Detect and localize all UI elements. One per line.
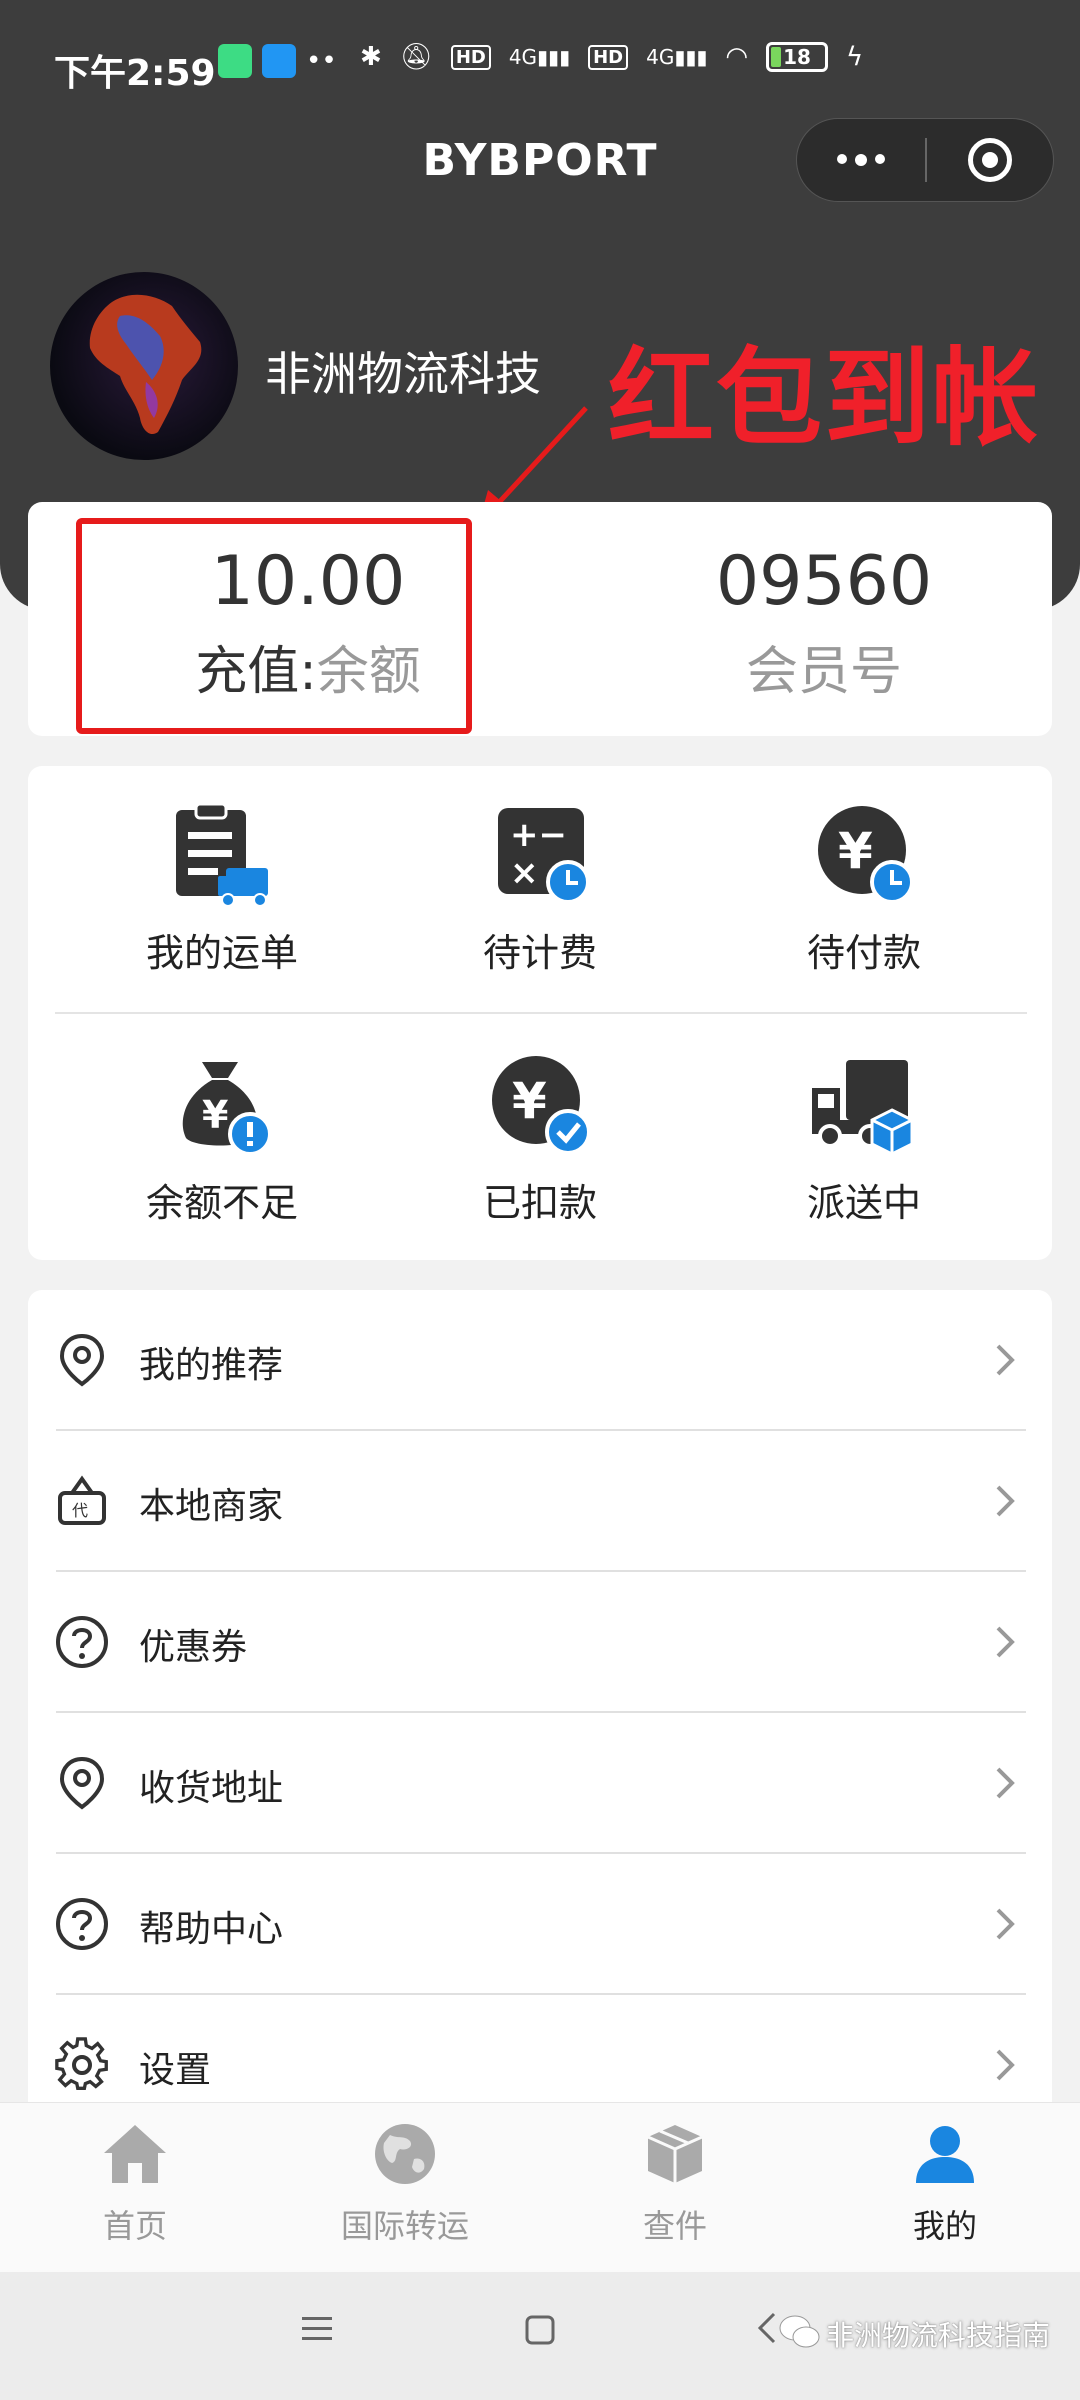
gear-icon <box>55 2037 108 2090</box>
calculator-icon: +− × <box>480 802 600 912</box>
battery-level: 18 <box>783 45 811 69</box>
chevron-right-icon <box>996 1767 1015 1799</box>
yen-check-icon: ¥ <box>480 1052 600 1162</box>
android-app-icon <box>218 44 252 78</box>
hd-icon: HD <box>450 44 491 70</box>
grid-item-deducted[interactable]: ¥ 已扣款 <box>390 1016 690 1225</box>
grid-item-label: 派送中 <box>806 1181 921 1225</box>
status-system-icons: ✱ 🔕︎ HD 4G▮▮▮ HD 4G▮▮▮ ◠ 18 ϟ <box>360 42 863 72</box>
globe-icon <box>375 2124 435 2184</box>
package-icon <box>647 2125 703 2183</box>
menu-item-local-merchants[interactable]: 代 本地商家 <box>28 1431 1052 1572</box>
member-number: 09560 <box>715 542 933 621</box>
tab-track-package[interactable]: 查件 <box>540 2103 810 2273</box>
annotation-label: 红包到帐 <box>608 337 1040 460</box>
question-circle-icon <box>56 1616 108 1668</box>
home-icon <box>104 2125 166 2183</box>
menu-list: 我的推荐 代 本地商家 优惠券 收货地址 帮助中心 设置 <box>28 1290 1052 2150</box>
menu-item-label: 优惠券 <box>139 1627 248 1668</box>
close-miniprogram-button[interactable] <box>927 138 1053 182</box>
menu-icon[interactable] <box>300 2314 334 2344</box>
grid-item-label: 待计费 <box>482 931 597 975</box>
menu-item-label: 设置 <box>139 2050 212 2091</box>
tab-label: 首页 <box>102 2207 167 2245</box>
grid-item-my-waybills[interactable]: 我的运单 <box>72 766 372 975</box>
grid-item-delivering[interactable]: 派送中 <box>714 1016 1014 1225</box>
tab-home[interactable]: 首页 <box>0 2103 270 2273</box>
grid-divider <box>55 1012 1027 1014</box>
status-bar: 下午2:59 •• ✱ 🔕︎ HD 4G▮▮▮ HD 4G▮▮▮ ◠ 18 ϟ <box>0 30 1080 100</box>
annotation-highlight-box <box>76 518 472 734</box>
menu-item-label: 帮助中心 <box>139 1909 284 1950</box>
signal-icon-2: 4G▮▮▮ <box>646 45 708 69</box>
location-pin-icon <box>59 1756 105 1810</box>
tab-label: 国际转运 <box>340 2207 469 2245</box>
delivery-truck-icon <box>804 1052 924 1162</box>
menu-item-shipping-address[interactable]: 收货地址 <box>28 1713 1052 1854</box>
home-square-icon[interactable] <box>524 2314 556 2346</box>
location-pin-icon <box>59 1333 105 1387</box>
tab-mine[interactable]: 我的 <box>810 2103 1080 2273</box>
grid-item-label: 待付款 <box>806 931 921 975</box>
menu-item-help-center[interactable]: 帮助中心 <box>28 1854 1052 1995</box>
shopping-basket-icon: 代 <box>58 1475 106 1525</box>
tab-label: 我的 <box>912 2207 977 2245</box>
svg-text:¥: ¥ <box>202 1093 228 1137</box>
svg-text:×: × <box>510 853 539 893</box>
message-app-icon <box>262 44 296 78</box>
more-notifications-icon: •• <box>306 46 337 76</box>
bluetooth-icon: ✱ <box>360 42 382 72</box>
tab-label: 查件 <box>642 2207 707 2245</box>
money-bag-alert-icon: ¥ <box>162 1052 282 1162</box>
grid-item-label: 已扣款 <box>482 1181 597 1225</box>
chevron-right-icon <box>996 1485 1015 1517</box>
svg-text:+−: +− <box>510 815 567 855</box>
chevron-right-icon <box>996 1626 1015 1658</box>
avatar[interactable] <box>50 272 238 460</box>
grid-item-label: 余额不足 <box>145 1181 298 1225</box>
wifi-icon: ◠ <box>725 42 749 72</box>
wechat-icon <box>779 2315 820 2348</box>
back-icon[interactable] <box>756 2310 778 2346</box>
grid-item-label: 我的运单 <box>145 931 298 975</box>
svg-text:代: 代 <box>72 1501 88 1520</box>
question-circle-icon <box>56 1898 108 1950</box>
menu-item-recommend[interactable]: 我的推荐 <box>28 1290 1052 1431</box>
tab-international-transfer[interactable]: 国际转运 <box>270 2103 540 2273</box>
signal-icon: 4G▮▮▮ <box>508 45 571 69</box>
target-icon <box>968 138 1012 182</box>
mute-icon: 🔕︎ <box>399 42 433 72</box>
bottom-tab-bar: 首页 国际转运 查件 我的 <box>0 2102 1080 2272</box>
grid-item-pending-billing[interactable]: +− × 待计费 <box>390 766 690 975</box>
user-icon <box>916 2126 974 2183</box>
grid-item-pending-payment[interactable]: ¥ 待付款 <box>714 766 1014 975</box>
grid-item-insufficient-balance[interactable]: ¥ 余额不足 <box>72 1016 372 1225</box>
member-label: 会员号 <box>745 642 902 702</box>
svg-text:¥: ¥ <box>838 822 873 880</box>
menu-item-label: 本地商家 <box>139 1486 284 1527</box>
watermark-text: 非洲物流科技指南 <box>826 2319 1051 2352</box>
more-menu-button[interactable] <box>797 154 925 166</box>
menu-item-coupons[interactable]: 优惠券 <box>28 1572 1052 1713</box>
member-stat: 09560 会员号 <box>654 502 994 736</box>
battery-icon: 18 <box>766 42 829 72</box>
menu-item-label: 收货地址 <box>139 1768 284 1809</box>
charging-icon: ϟ <box>846 42 864 72</box>
chevron-right-icon <box>996 2049 1015 2081</box>
chevron-right-icon <box>996 1908 1015 1940</box>
hd-icon-2: HD <box>588 44 629 70</box>
status-notification-icons: •• <box>218 44 337 78</box>
menu-item-label: 我的推荐 <box>139 1345 284 1386</box>
status-time: 下午2:59 <box>54 53 216 94</box>
chevron-right-icon <box>996 1344 1015 1376</box>
svg-text:¥: ¥ <box>512 1072 547 1130</box>
yen-clock-icon: ¥ <box>804 802 924 912</box>
miniprogram-capsule <box>796 118 1054 202</box>
waybill-icon <box>162 802 282 912</box>
